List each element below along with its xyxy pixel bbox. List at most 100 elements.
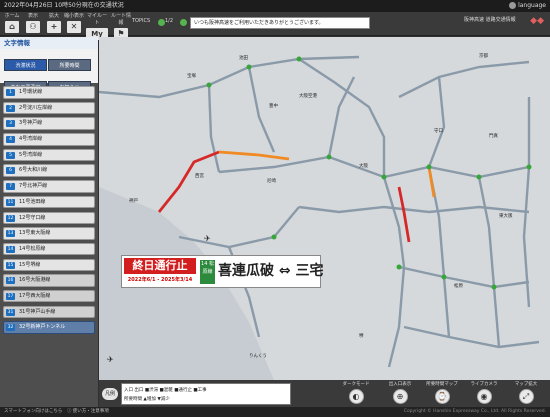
route-name: 32号新神戸トンネル	[19, 324, 66, 331]
route-item[interactable]: 2 2号淀川左岸線	[3, 101, 95, 115]
route-number-badge: 15	[6, 261, 15, 269]
route-item[interactable]: 17 17号西大阪線	[3, 289, 95, 303]
home-button[interactable]: ホーム ⌂	[2, 13, 22, 35]
travel-time-map-button[interactable]: 所要時間マップ ⌚	[421, 381, 463, 404]
route-item[interactable]: 12 12号守口線	[3, 211, 95, 224]
footer: スマートフォン向けはこちら ⓘ 使い方・注意事項 Copyright © Han…	[0, 407, 550, 417]
route-number-badge: 2	[6, 104, 15, 112]
my-route-button[interactable]: マイルート My	[85, 13, 109, 40]
prev-topic-icon[interactable]	[158, 19, 165, 26]
copyright: Copyright © Hanshin Expressway Co., Ltd.…	[403, 409, 546, 414]
route-name: 31号神戸山手線	[19, 308, 56, 315]
route-name: 14号松原線	[19, 245, 46, 252]
busy-segments	[218, 150, 436, 198]
map-svg[interactable]: ✈ ✈ 宝塚 池田 豊中 大阪空港 神戸 西宮 尼崎 大阪 京都 守口 門真 東…	[99, 37, 550, 380]
brand-logo-icon: ◆◆	[530, 16, 544, 26]
topics-ticker: TOPICS 1/2 いつも阪神高速をご利用いただきありがとうございます。	[132, 17, 370, 30]
closure-section: 喜連瓜破 ⇔ 三宅	[218, 263, 324, 279]
current-datetime: 2022年04月26日 10時50分現在の交通状況	[4, 2, 124, 9]
route-number-badge: 6	[6, 167, 15, 175]
svg-text:尼崎: 尼崎	[267, 177, 276, 184]
svg-text:大阪空港: 大阪空港	[299, 92, 317, 99]
route-number-badge: 7	[6, 183, 15, 191]
tab-travel-time[interactable]: 所要時間	[48, 59, 91, 71]
legend-row: 所要時間 ▲増加 ▼減少	[124, 397, 170, 402]
legend-button[interactable]: 凡例	[102, 388, 118, 400]
view-button[interactable]: 表示 ⚇	[23, 13, 43, 35]
panel-tabs: 渋滞状況所要時間 主な工事予定お知らせ	[0, 49, 98, 93]
route-list: 1 1号環状線 2 2号淀川左岸線 3 3号神戸線 4 4号湾岸線 5 5号湾岸線 6 6号大和川線 7…	[0, 83, 98, 337]
language-selector[interactable]: language	[509, 0, 546, 12]
svg-text:池田: 池田	[239, 54, 248, 61]
route-name: 4号湾岸線	[19, 136, 43, 143]
airport-icon: ✈	[204, 234, 211, 243]
route-name: 1号環状線	[19, 89, 43, 95]
live-camera-button[interactable]: ライブカメラ ◉	[463, 381, 505, 404]
airport-icon-south: ✈	[107, 355, 114, 364]
route-number-badge: 13	[6, 230, 15, 238]
svg-text:東大阪: 東大阪	[499, 212, 513, 219]
route-item[interactable]: 15 15号堺線	[3, 258, 95, 272]
route-number-badge: 5	[6, 151, 15, 159]
route-number-badge: 3	[6, 120, 15, 128]
next-topic-icon[interactable]	[180, 19, 187, 26]
tab-congestion[interactable]: 渋滞状況	[4, 59, 47, 71]
svg-text:京都: 京都	[479, 52, 488, 59]
route-number-badge: 31	[6, 308, 15, 316]
route-number-badge: 11	[6, 198, 15, 206]
svg-text:宝塚: 宝塚	[187, 72, 196, 79]
route-item[interactable]: 4 4号湾岸線	[3, 133, 95, 146]
toolbar: ホーム ⌂ 表示 ⚇ 拡大 + 縮小表示 ✕ マイルート My ルート情報 ⚑ TOPICS…	[0, 12, 550, 40]
route-name: 6号大和川線	[19, 167, 48, 174]
entrance-display-button[interactable]: 出入口表示 ⊕	[379, 381, 421, 404]
route-item[interactable]: 16 16号大阪港線	[3, 274, 95, 287]
route-name: 12号守口線	[19, 214, 46, 221]
topics-label: TOPICS	[132, 18, 151, 24]
route-item[interactable]: 11 11号池田線	[3, 195, 95, 209]
traffic-map[interactable]: ✈ ✈ 宝塚 池田 豊中 大阪空港 神戸 西宮 尼崎 大阪 京都 守口 門真 東…	[99, 37, 550, 380]
route-item[interactable]: 31 31号神戸山手線	[3, 305, 95, 319]
route-name: 7号北神戸線	[19, 183, 48, 190]
map-expand-button[interactable]: マップ拡大 ⤢	[505, 381, 547, 404]
svg-text:大阪: 大阪	[359, 162, 368, 169]
route-number-badge: 1	[6, 89, 15, 96]
expand-icon: ⤢	[518, 389, 534, 404]
legend: 入口 出口 ■渋滞 ■混雑 ■通行止 ■工事 所要時間 ▲増加 ▼減少	[121, 383, 291, 405]
top-bar: 2022年04月26日 10時50分現在の交通状況 language	[0, 0, 550, 12]
zoom-in-button[interactable]: 拡大 +	[44, 13, 64, 35]
route-item[interactable]: 32 32号新神戸トンネル	[3, 321, 95, 334]
home-icon: ⌂	[5, 21, 19, 33]
svg-text:門真: 門真	[489, 132, 498, 139]
brand: 阪神高速 道路交通情報 ◆◆	[464, 15, 544, 33]
closure-banner[interactable]: 終日通行止 2022年6/1 - 2025年3/14 14 松原線 喜連瓜破 ⇔…	[121, 255, 324, 288]
closure-period: 2022年6/1 - 2025年3/14	[127, 277, 193, 283]
route-number-badge: 4	[6, 136, 15, 144]
route-item[interactable]: 14 14号松原線	[3, 242, 95, 256]
legend-row: 入口 出口 ■渋滞 ■混雑 ■通行止 ■工事	[124, 388, 207, 393]
route-item[interactable]: 5 5号湾岸線	[3, 148, 95, 162]
route-name: 16号大阪港線	[19, 277, 51, 284]
route-item[interactable]: 3 3号神戸線	[3, 117, 95, 130]
topics-message[interactable]: いつも阪神高速をご利用いただきありがとうございます。	[190, 17, 370, 29]
shrink-button[interactable]: 縮小表示 ✕	[64, 13, 84, 35]
zoom-icon: +	[47, 21, 61, 33]
bottom-bar: 凡例 入口 出口 ■渋滞 ■混雑 ■通行止 ■工事 所要時間 ▲増加 ▼減少 ダ…	[99, 380, 550, 407]
svg-text:守口: 守口	[434, 127, 443, 134]
footer-links[interactable]: スマートフォン向けはこちら ⓘ 使い方・注意事項	[4, 409, 109, 414]
svg-text:西宮: 西宮	[195, 172, 204, 179]
route-item[interactable]: 7 7号北神戸線	[3, 180, 95, 193]
route-number-badge: 17	[6, 292, 15, 300]
person-icon: ⚇	[26, 21, 40, 33]
route-number-badge: 32	[6, 324, 15, 332]
route-item[interactable]: 1 1号環状線	[3, 86, 95, 99]
route-name: 2号淀川左岸線	[19, 104, 53, 111]
route-item[interactable]: 6 6号大和川線	[3, 164, 95, 177]
route-info-button[interactable]: ルート情報 ⚑	[110, 13, 132, 40]
svg-text:豊中: 豊中	[269, 102, 278, 109]
panel-title: 文字情報	[0, 37, 98, 49]
dark-mode-button[interactable]: ダークモード ◐	[335, 381, 377, 404]
dark-mode-icon: ◐	[348, 389, 364, 404]
topics-page: 1/2	[165, 18, 174, 24]
route-item[interactable]: 13 13号東大阪線	[3, 227, 95, 240]
route-name: 17号西大阪線	[19, 292, 51, 299]
